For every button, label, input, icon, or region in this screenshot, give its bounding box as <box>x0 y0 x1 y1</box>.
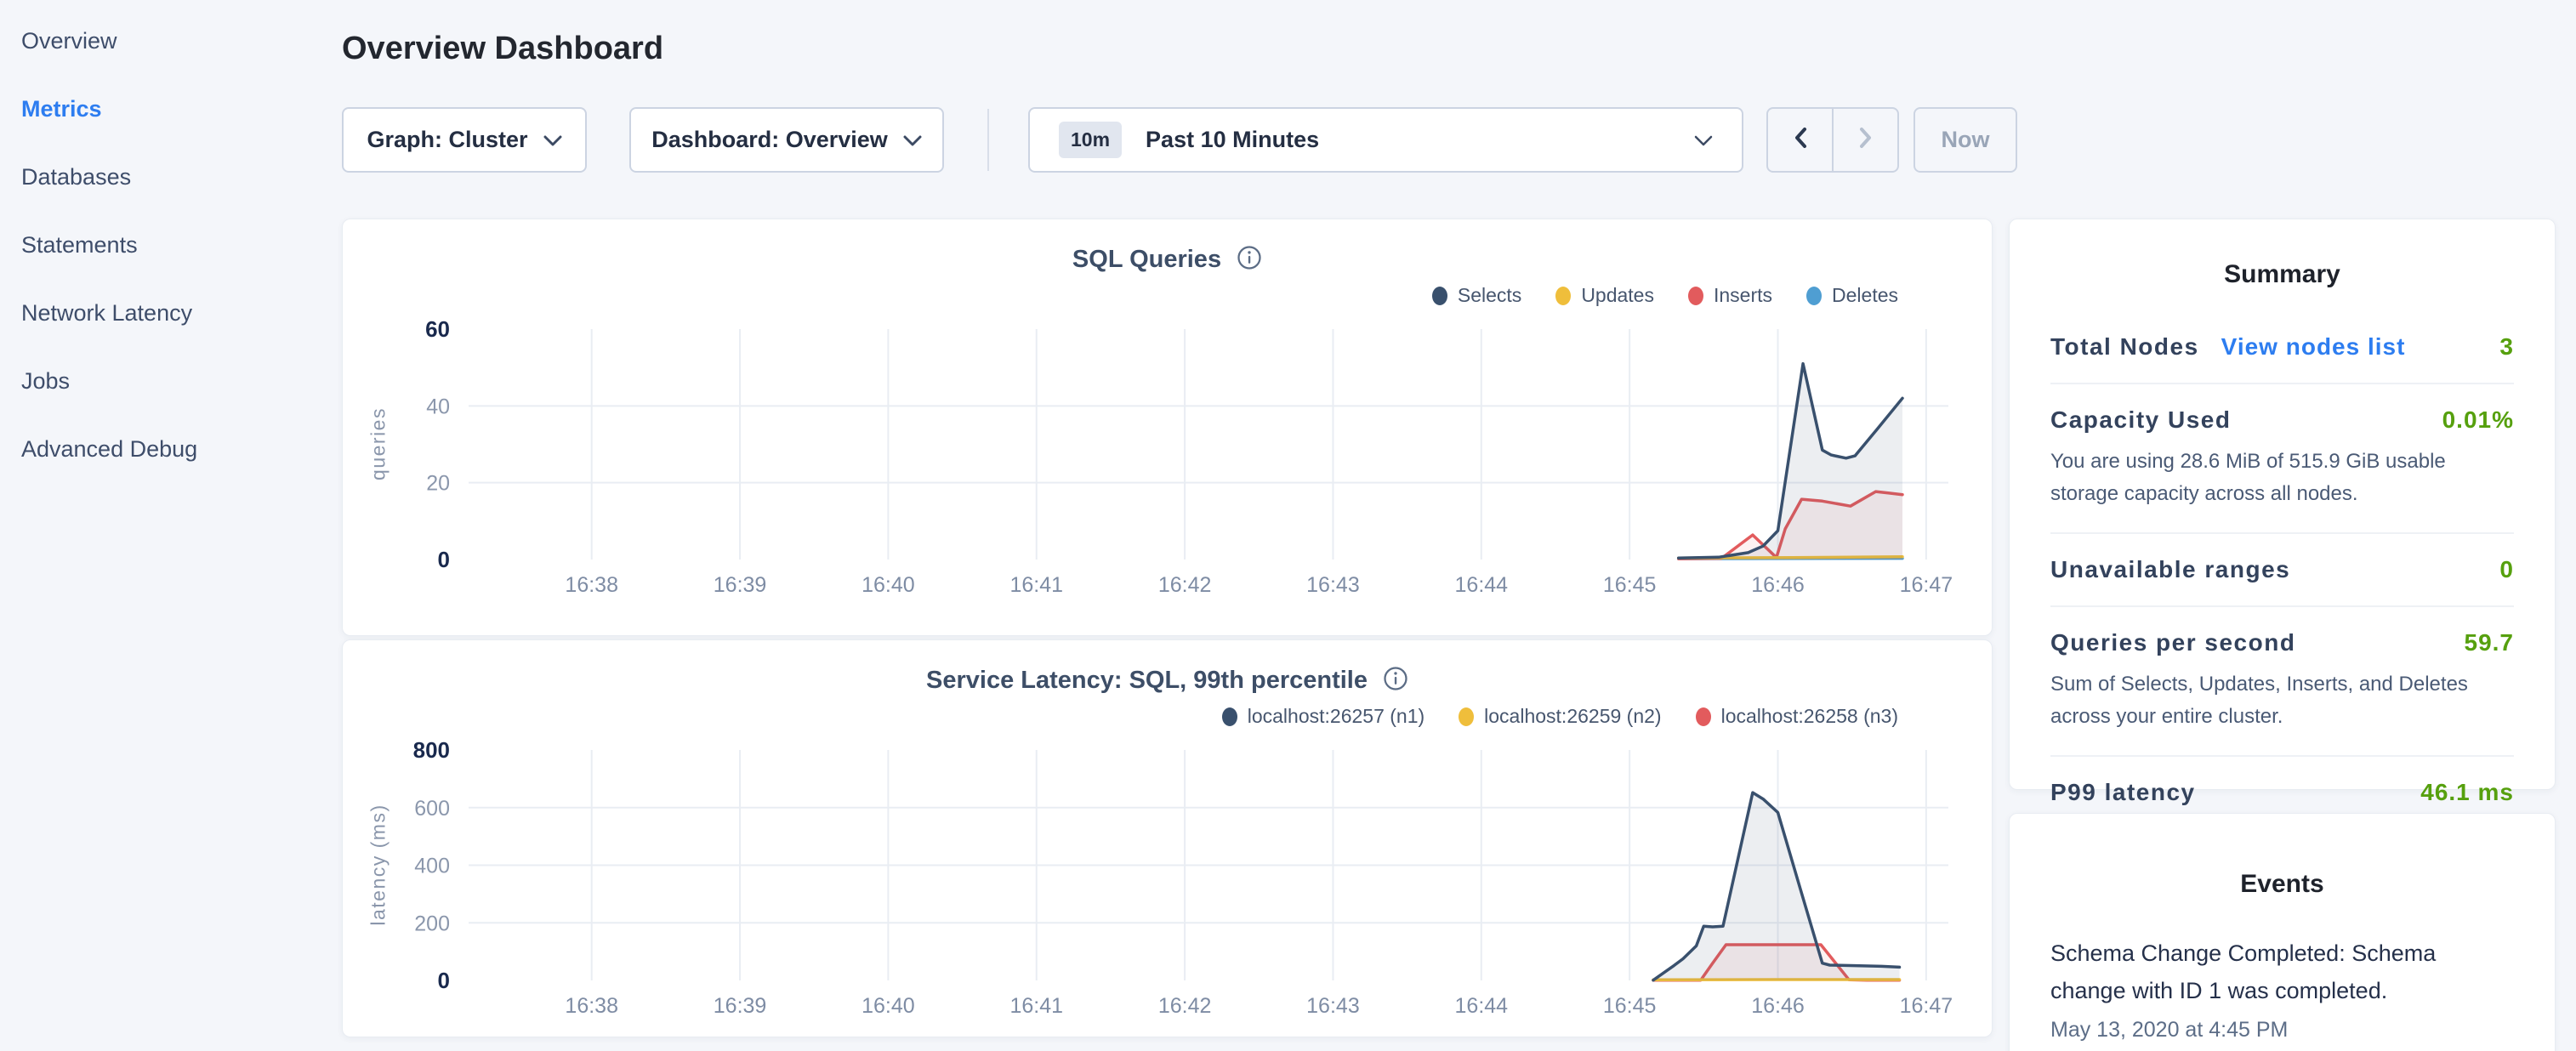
summary-row-label: Queries per second <box>2050 629 2295 656</box>
sidebar-item-jobs[interactable]: Jobs <box>0 347 323 415</box>
svg-text:16:44: 16:44 <box>1455 994 1509 1018</box>
svg-text:16:42: 16:42 <box>1158 573 1212 597</box>
svg-text:16:38: 16:38 <box>565 573 618 597</box>
event-item-timestamp: May 13, 2020 at 4:45 PM <box>2050 1018 2514 1042</box>
sidebar-item-statements[interactable]: Statements <box>0 211 323 279</box>
sidebar-item-label: Advanced Debug <box>21 436 197 463</box>
svg-text:16:40: 16:40 <box>862 573 915 597</box>
summary-row-value: 3 <box>2499 333 2514 361</box>
summary-row-value: 46.1 ms <box>2420 779 2514 806</box>
view-nodes-list-link[interactable]: View nodes list <box>2221 333 2406 360</box>
svg-text:16:39: 16:39 <box>714 573 767 597</box>
sql-queries-plot[interactable]: 16:38 16:39 16:40 16:41 16:42 16:43 16:44 16:45… <box>343 219 1993 612</box>
summary-row-label: Capacity Used <box>2050 406 2231 434</box>
summary-row-left: Total Nodes View nodes list <box>2050 333 2405 361</box>
dashboard-dropdown[interactable]: Dashboard: Overview <box>629 107 944 173</box>
sidebar-item-label: Jobs <box>21 368 70 395</box>
prev-timespan-button[interactable] <box>1768 109 1832 171</box>
summary-panel: Summary Total Nodes View nodes list 3 Cap… <box>2009 219 2556 790</box>
svg-text:400: 400 <box>414 855 450 878</box>
svg-text:16:47: 16:47 <box>1900 573 1953 597</box>
sidebar-item-network-latency[interactable]: Network Latency <box>0 279 323 347</box>
svg-text:16:47: 16:47 <box>1900 994 1953 1018</box>
service-latency-plot[interactable]: 16:38 16:39 16:40 16:41 16:42 16:43 16:44 16:45… <box>343 640 1993 1033</box>
svg-text:16:45: 16:45 <box>1603 573 1657 597</box>
chevron-down-icon <box>543 127 562 153</box>
chevron-down-icon <box>903 127 922 153</box>
svg-text:16:41: 16:41 <box>1009 573 1063 597</box>
svg-text:0: 0 <box>438 968 450 993</box>
summary-heading: Summary <box>2050 260 2514 289</box>
sidebar-item-label: Overview <box>21 28 117 54</box>
next-timespan-button[interactable] <box>1832 109 1897 171</box>
service-latency-chart-card: Service Latency: SQL, 99th percentile lo… <box>342 639 1993 1037</box>
svg-text:16:45: 16:45 <box>1603 994 1657 1018</box>
summary-row-label: Unavailable ranges <box>2050 556 2290 583</box>
time-range-selector[interactable]: 10m Past 10 Minutes <box>1028 107 1743 173</box>
chevron-down-icon <box>1694 127 1713 153</box>
time-range-label: Past 10 Minutes <box>1146 127 1319 153</box>
svg-text:16:39: 16:39 <box>714 994 767 1018</box>
svg-text:16:38: 16:38 <box>565 994 618 1018</box>
summary-row-capacity: Capacity Used 0.01% <box>2050 406 2514 434</box>
divider <box>2050 532 2514 534</box>
page-title: Overview Dashboard <box>342 31 663 67</box>
sidebar-item-databases[interactable]: Databases <box>0 143 323 211</box>
svg-text:60: 60 <box>425 316 450 342</box>
summary-row-description: Sum of Selects, Updates, Inserts, and De… <box>2050 668 2514 733</box>
events-heading: Events <box>2050 870 2514 899</box>
sidebar-item-advanced-debug[interactable]: Advanced Debug <box>0 415 323 483</box>
sidebar-item-overview[interactable]: Overview <box>0 7 323 75</box>
now-button[interactable]: Now <box>1914 107 2017 173</box>
svg-text:40: 40 <box>426 395 450 418</box>
graph-scope-dropdown-label: Graph: Cluster <box>367 127 527 153</box>
summary-row-value: 0 <box>2499 556 2514 583</box>
graph-scope-dropdown[interactable]: Graph: Cluster <box>342 107 587 173</box>
chevron-left-icon <box>1793 127 1808 153</box>
summary-row-description: You are using 28.6 MiB of 515.9 GiB usab… <box>2050 446 2514 510</box>
svg-text:16:42: 16:42 <box>1158 994 1212 1018</box>
summary-row-value: 59.7 <box>2465 629 2515 656</box>
svg-text:16:46: 16:46 <box>1751 573 1805 597</box>
toolbar-divider <box>987 109 989 171</box>
divider <box>2050 383 2514 384</box>
sidebar-item-label: Metrics <box>21 96 102 122</box>
sidebar-item-label: Databases <box>21 164 131 190</box>
svg-text:0: 0 <box>438 547 450 572</box>
db-console-app: Overview Metrics Databases Statements Ne… <box>0 0 2576 1051</box>
sidebar-item-label: Statements <box>21 232 138 258</box>
event-item-text[interactable]: Schema Change Completed: Schema change w… <box>2050 935 2476 1009</box>
summary-row-value: 0.01% <box>2442 406 2514 434</box>
summary-row-total-nodes: Total Nodes View nodes list 3 <box>2050 333 2514 361</box>
svg-text:600: 600 <box>414 797 450 821</box>
sql-queries-chart-card: SQL Queries Selects Updates Inserts Dele… <box>342 219 1993 636</box>
divider <box>2050 755 2514 757</box>
summary-row-label: Total Nodes <box>2050 333 2199 360</box>
svg-text:200: 200 <box>414 912 450 935</box>
events-panel: Events Schema Change Completed: Schema c… <box>2009 813 2556 1051</box>
svg-text:16:43: 16:43 <box>1306 573 1360 597</box>
summary-row-unavailable-ranges: Unavailable ranges 0 <box>2050 556 2514 583</box>
chevron-right-icon <box>1858 127 1874 153</box>
svg-text:16:41: 16:41 <box>1009 994 1063 1018</box>
summary-row-label: P99 latency <box>2050 779 2196 806</box>
sidebar: Overview Metrics Databases Statements Ne… <box>0 0 323 1051</box>
svg-text:16:43: 16:43 <box>1306 994 1360 1018</box>
sidebar-item-metrics[interactable]: Metrics <box>0 75 323 143</box>
svg-text:800: 800 <box>413 737 450 763</box>
time-range-badge: 10m <box>1059 122 1122 158</box>
time-step-buttons <box>1766 107 1899 173</box>
svg-text:16:44: 16:44 <box>1455 573 1509 597</box>
svg-text:16:46: 16:46 <box>1751 994 1805 1018</box>
svg-text:16:40: 16:40 <box>862 994 915 1018</box>
dashboard-dropdown-label: Dashboard: Overview <box>651 127 888 153</box>
summary-row-qps: Queries per second 59.7 <box>2050 629 2514 656</box>
divider <box>2050 605 2514 607</box>
sidebar-item-label: Network Latency <box>21 300 192 327</box>
summary-row-p99-latency: P99 latency 46.1 ms <box>2050 779 2514 806</box>
svg-text:20: 20 <box>426 472 450 496</box>
